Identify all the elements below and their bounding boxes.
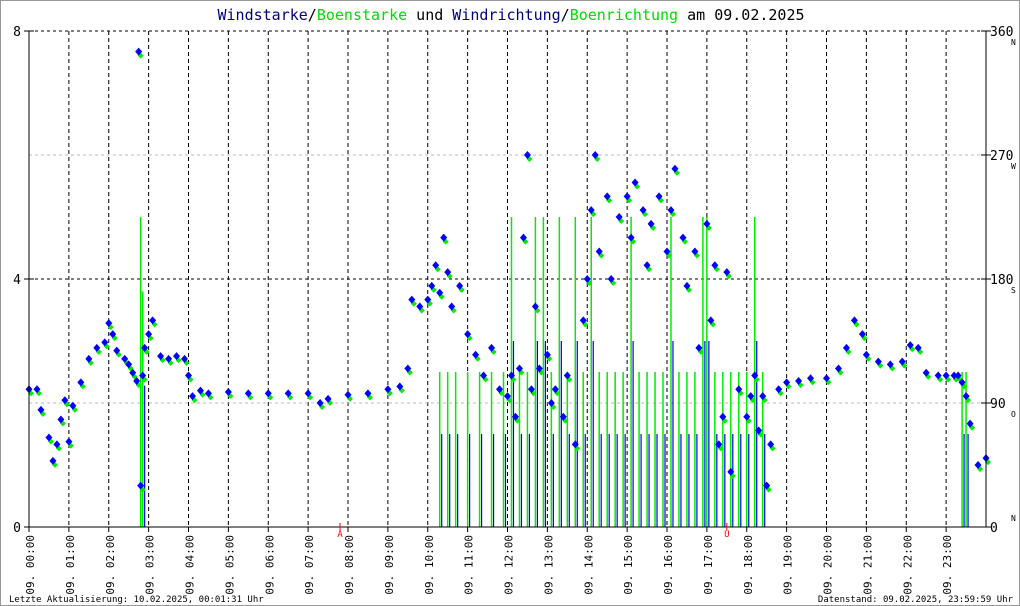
x-tick-label: 09. 02:00 [104,535,117,595]
x-tick-label: 09. 21:00 [861,535,874,595]
axes: 09. 00:00 09. 01:00 09. 02:00 09. 03:00 09. … [13,25,1016,595]
x-tick-label: 09. 09:00 [383,535,396,595]
x-tick-label: 09. 13:00 [542,535,555,595]
x-tick-label: 09. 07:00 [303,535,316,595]
chart-title: Windstarke/Boenstarke und Windrichtung/B… [217,6,804,24]
y-left-tick-label: 0 [13,521,21,536]
x-tick-label: 09. 04:00 [184,535,197,595]
x-tick-label: 09. 23:00 [941,535,954,595]
sun-marker-label: U [724,530,729,540]
title-part: Windstarke [217,6,307,24]
y-right-tick-label: 270 [990,149,1013,164]
x-tick-label: 09. 16:00 [662,535,675,595]
x-tick-label: 09. 06:00 [263,535,276,595]
grid [29,30,986,527]
y-right-tick-label: 90 [990,397,1006,412]
x-tick-label: 09. 10:00 [423,535,436,595]
y-right-tick-label: 360 [990,25,1013,40]
chart-svg: Windstarke/Boenstarke und Windrichtung/B… [9,6,1016,605]
title-part: und [407,6,452,24]
title-part: Boenstarke [317,6,407,24]
sun-marker-label: A [337,530,343,540]
direction-points [25,47,991,493]
footer-last-update: Letzte Aktualisierung: 10.02.2025, 00:01… [9,595,264,605]
x-tick-label: 09. 22:00 [901,535,914,595]
x-tick-label: 09. 14:00 [582,535,595,595]
x-tick-label: 09. 15:00 [622,535,635,595]
x-tick-label: 09. 05:00 [223,535,236,595]
compass-label: S [1011,286,1016,295]
y-left-tick-label: 4 [13,273,21,288]
title-part: am 09.02.2025 [678,6,804,24]
x-tick-label: 09. 03:00 [144,535,157,595]
x-tick-label: 09. 01:00 [64,535,77,595]
y-left-tick-label: 8 [13,25,21,40]
wind-chart: Windstarke/Boenstarke und Windrichtung/B… [0,0,1020,606]
y-right-tick-label: 0 [990,521,998,536]
compass-label: O [1011,410,1016,419]
x-tick-label: 09. 18:00 [742,535,755,595]
x-tick-label: 09. 12:00 [503,535,516,595]
x-tick-label: 09. 20:00 [822,535,835,595]
compass-label: N [1011,514,1016,523]
compass-label: N [1011,38,1016,47]
gust-bars [139,217,969,527]
y-right-tick-label: 180 [990,273,1013,288]
x-tick-label: 09. 00:00 [24,535,37,595]
title-part: Windrichtung [452,6,560,24]
title-part: Boenrichtung [570,6,678,24]
footer-data-status: Datenstand: 09.02.2025, 23:59:59 Uhr [818,595,1014,605]
title-part: / [561,6,570,24]
x-tick-label: 09. 11:00 [463,535,476,595]
x-tick-label: 09. 08:00 [343,535,356,595]
x-tick-label: 09. 19:00 [782,535,795,595]
compass-label: W [1011,162,1016,171]
x-tick-label: 09. 17:00 [702,535,715,595]
title-part: / [308,6,317,24]
